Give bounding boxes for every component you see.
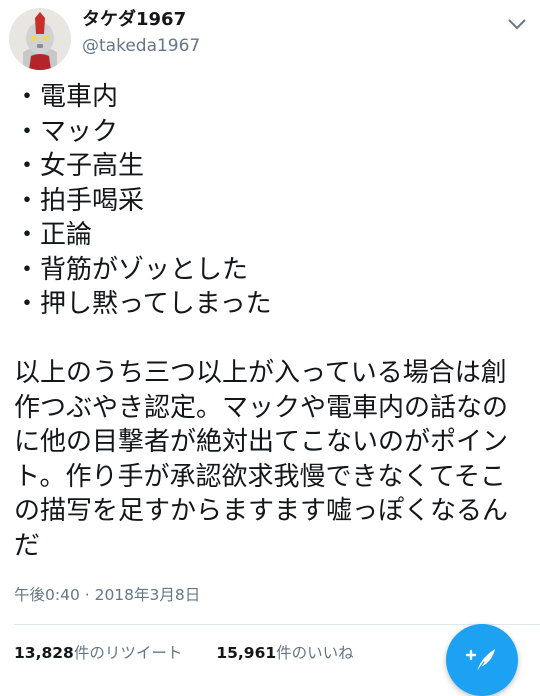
avatar-image xyxy=(9,8,71,70)
chevron-down-icon[interactable] xyxy=(505,14,529,34)
like-count-link[interactable]: 15,961件のいいね xyxy=(216,641,353,663)
tweet-body-text: 以上のうち三つ以上が入っている場合は創作つぶやき認定。マックや電車内の話なのに他… xyxy=(14,358,509,561)
compose-tweet-button[interactable] xyxy=(446,624,518,696)
user-handle[interactable]: @takeda1967 xyxy=(82,36,200,56)
tweet-header: タケダ1967 @takeda1967 xyxy=(0,0,540,72)
list-item: ・女子高生 xyxy=(14,151,145,181)
avatar[interactable] xyxy=(9,8,71,70)
tweet-timestamp: 午後0:40 · 2018年3月8日 xyxy=(14,586,201,604)
like-label: 件のいいね xyxy=(276,644,354,662)
retweet-count: 13,828 xyxy=(14,644,74,662)
list-item: ・マック xyxy=(14,116,119,147)
list-item: ・背筋がゾッとした xyxy=(14,254,249,285)
list-item: ・拍手喝采 xyxy=(14,185,145,216)
list-item: ・押し黙ってしまった xyxy=(14,289,272,319)
like-count: 15,961 xyxy=(216,644,277,662)
tweet-bullet-list: ・電車内 ・マック ・女子高生 ・拍手喝采 ・正論 ・背筋がゾッとした ・押し黙… xyxy=(14,80,524,322)
retweet-count-link[interactable]: 13,828件のリツイート xyxy=(14,641,182,663)
list-item: ・電車内 xyxy=(14,82,119,112)
display-name[interactable]: タケダ1967 xyxy=(82,9,200,31)
user-identity[interactable]: タケダ1967 @takeda1967 xyxy=(82,9,200,56)
divider xyxy=(14,624,540,625)
list-item: ・正論 xyxy=(14,220,93,250)
retweet-label: 件のリツイート xyxy=(73,644,183,662)
compose-quill-icon xyxy=(465,649,495,673)
tweet-stats: 13,828件のリツイート 15,961件のいいね xyxy=(14,641,354,663)
